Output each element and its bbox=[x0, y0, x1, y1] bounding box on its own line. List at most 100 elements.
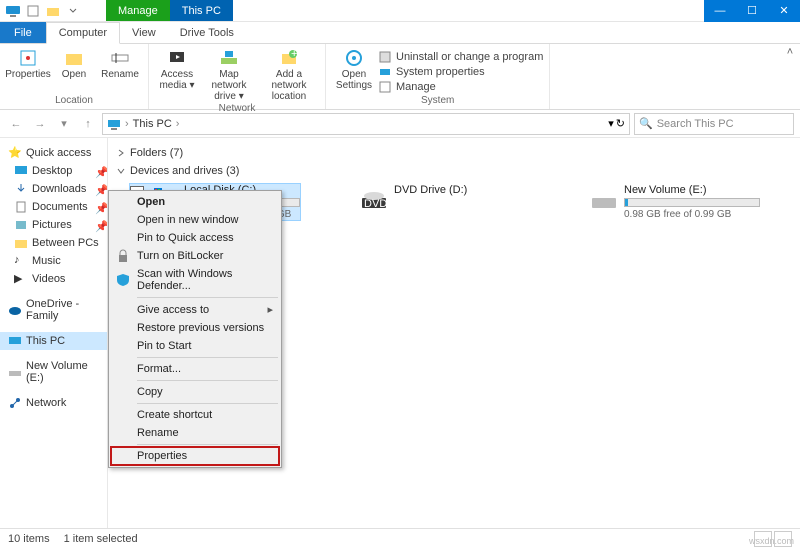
media-icon bbox=[167, 48, 187, 68]
ctx-open-new-window[interactable]: Open in new window bbox=[111, 211, 279, 229]
status-selected: 1 item selected bbox=[64, 533, 138, 545]
search-icon: 🔍 bbox=[639, 117, 653, 130]
ctx-bitlocker[interactable]: Turn on BitLocker bbox=[111, 247, 279, 265]
sidebar-onedrive[interactable]: OneDrive - Family bbox=[0, 296, 107, 324]
downloads-icon bbox=[14, 182, 28, 196]
tab-file[interactable]: File bbox=[0, 22, 46, 43]
tab-drive-tools[interactable]: Drive Tools bbox=[168, 22, 246, 43]
sidebar-item-pictures[interactable]: Pictures📌 bbox=[0, 216, 107, 234]
back-button[interactable]: ← bbox=[6, 114, 26, 134]
ctx-format[interactable]: Format... bbox=[111, 360, 279, 378]
qat-dropdown-icon[interactable] bbox=[64, 2, 82, 20]
uninstall-program-button[interactable]: Uninstall or change a program bbox=[378, 50, 543, 64]
drive-free-text: 0.98 GB free of 0.99 GB bbox=[624, 209, 760, 220]
map-drive-button[interactable]: Map network drive ▾ bbox=[201, 48, 257, 102]
ribbon-group-network: Access media ▾ Map network drive ▾ + Add… bbox=[149, 44, 326, 109]
sidebar-item-desktop[interactable]: Desktop📌 bbox=[0, 162, 107, 180]
navigation-bar: ← → ▾ ↑ › This PC › ▾ ↻ 🔍 Search This PC bbox=[0, 110, 800, 138]
manage-button[interactable]: Manage bbox=[378, 80, 543, 94]
ctx-create-shortcut[interactable]: Create shortcut bbox=[111, 406, 279, 424]
documents-icon bbox=[14, 200, 28, 214]
svg-text:+: + bbox=[291, 48, 297, 60]
bitlocker-icon bbox=[115, 248, 131, 264]
crumb-separator[interactable]: › bbox=[125, 118, 129, 130]
manage-icon bbox=[378, 80, 392, 94]
ctx-rename[interactable]: Rename bbox=[111, 424, 279, 442]
pc-icon bbox=[4, 2, 22, 20]
ctx-pin-quick-access[interactable]: Pin to Quick access bbox=[111, 229, 279, 247]
folder-icon bbox=[14, 236, 28, 250]
qat-new-folder-icon[interactable] bbox=[44, 2, 62, 20]
section-folders[interactable]: Folders (7) bbox=[116, 144, 792, 162]
close-button[interactable]: ✕ bbox=[768, 0, 800, 22]
address-dropdown-icon[interactable]: ▾ bbox=[608, 117, 614, 130]
settings-icon bbox=[344, 48, 364, 68]
open-settings-button[interactable]: Open Settings bbox=[332, 48, 376, 91]
properties-icon bbox=[18, 48, 38, 68]
ctx-defender-scan[interactable]: Scan with Windows Defender... bbox=[111, 265, 279, 295]
ribbon-tabs: File Computer View Drive Tools bbox=[0, 22, 800, 44]
sidebar-this-pc[interactable]: This PC bbox=[0, 332, 107, 350]
context-menu: Open Open in new window Pin to Quick acc… bbox=[108, 190, 282, 468]
ctx-properties[interactable]: Properties bbox=[111, 447, 279, 465]
desktop-icon bbox=[14, 164, 28, 178]
address-bar[interactable]: › This PC › ▾ ↻ bbox=[102, 113, 630, 135]
ribbon-collapse-button[interactable]: ˄ bbox=[780, 44, 800, 109]
ctx-separator bbox=[137, 380, 278, 381]
maximize-button[interactable]: ☐ bbox=[736, 0, 768, 22]
refresh-button[interactable]: ↻ bbox=[616, 117, 625, 130]
pin-icon: 📌 bbox=[95, 184, 103, 192]
ctx-copy[interactable]: Copy bbox=[111, 383, 279, 401]
sidebar-item-documents[interactable]: Documents📌 bbox=[0, 198, 107, 216]
drive-name: New Volume (E:) bbox=[624, 184, 760, 196]
videos-icon: ▶ bbox=[14, 272, 28, 286]
map-drive-icon bbox=[219, 48, 239, 68]
section-drives[interactable]: Devices and drives (3) bbox=[116, 162, 792, 180]
drive-dvd-d[interactable]: DVD DVD Drive (D:) bbox=[360, 184, 530, 220]
status-bar: 10 items 1 item selected bbox=[0, 528, 800, 548]
access-media-button[interactable]: Access media ▾ bbox=[155, 48, 199, 91]
drive-icon bbox=[8, 365, 22, 379]
shield-icon bbox=[115, 272, 131, 288]
sidebar-network[interactable]: Network bbox=[0, 394, 107, 412]
system-properties-button[interactable]: System properties bbox=[378, 65, 543, 79]
ctx-open[interactable]: Open bbox=[111, 193, 279, 211]
search-placeholder: Search This PC bbox=[657, 118, 734, 130]
minimize-button[interactable]: — bbox=[704, 0, 736, 22]
star-icon: ⭐ bbox=[8, 146, 22, 160]
crumb-this-pc[interactable]: This PC bbox=[133, 118, 172, 130]
sidebar-item-downloads[interactable]: Downloads📌 bbox=[0, 180, 107, 198]
chevron-down-icon bbox=[116, 166, 126, 176]
ribbon-group-system: Open Settings Uninstall or change a prog… bbox=[326, 44, 550, 109]
network-icon bbox=[8, 396, 22, 410]
rename-button[interactable]: Rename bbox=[98, 48, 142, 80]
forward-button[interactable]: → bbox=[30, 114, 50, 134]
search-box[interactable]: 🔍 Search This PC bbox=[634, 113, 794, 135]
dvd-icon: DVD bbox=[360, 184, 388, 212]
tab-computer[interactable]: Computer bbox=[46, 22, 120, 44]
open-button[interactable]: Open bbox=[52, 48, 96, 80]
crumb-separator-2[interactable]: › bbox=[176, 118, 180, 130]
tab-manage[interactable]: Manage bbox=[106, 0, 170, 21]
sidebar-item-music[interactable]: ♪Music bbox=[0, 252, 107, 270]
navigation-pane: ⭐ Quick access Desktop📌 Downloads📌 Docum… bbox=[0, 138, 108, 528]
tab-view[interactable]: View bbox=[120, 22, 168, 43]
up-button[interactable]: ↑ bbox=[78, 114, 98, 134]
sidebar-quick-access[interactable]: ⭐ Quick access bbox=[0, 144, 107, 162]
add-network-location-button[interactable]: + Add a network location bbox=[259, 48, 319, 102]
sidebar-new-volume[interactable]: New Volume (E:) bbox=[0, 358, 107, 386]
properties-button[interactable]: Properties bbox=[6, 48, 50, 80]
ctx-pin-start[interactable]: Pin to Start bbox=[111, 337, 279, 355]
sidebar-item-videos[interactable]: ▶Videos bbox=[0, 270, 107, 288]
pin-icon: 📌 bbox=[95, 202, 103, 210]
qat-properties-icon[interactable] bbox=[24, 2, 42, 20]
history-dropdown[interactable]: ▾ bbox=[54, 114, 74, 134]
drive-name: DVD Drive (D:) bbox=[394, 184, 530, 196]
ctx-give-access[interactable]: Give access to▸ bbox=[111, 300, 279, 319]
sidebar-item-between-pcs[interactable]: Between PCs bbox=[0, 234, 107, 252]
ctx-separator bbox=[137, 403, 278, 404]
drive-new-volume-e[interactable]: New Volume (E:) 0.98 GB free of 0.99 GB bbox=[590, 184, 760, 220]
ribbon-group-location: Properties Open Rename Location bbox=[0, 44, 149, 109]
ctx-restore-versions[interactable]: Restore previous versions bbox=[111, 319, 279, 337]
svg-text:DVD: DVD bbox=[364, 198, 387, 210]
